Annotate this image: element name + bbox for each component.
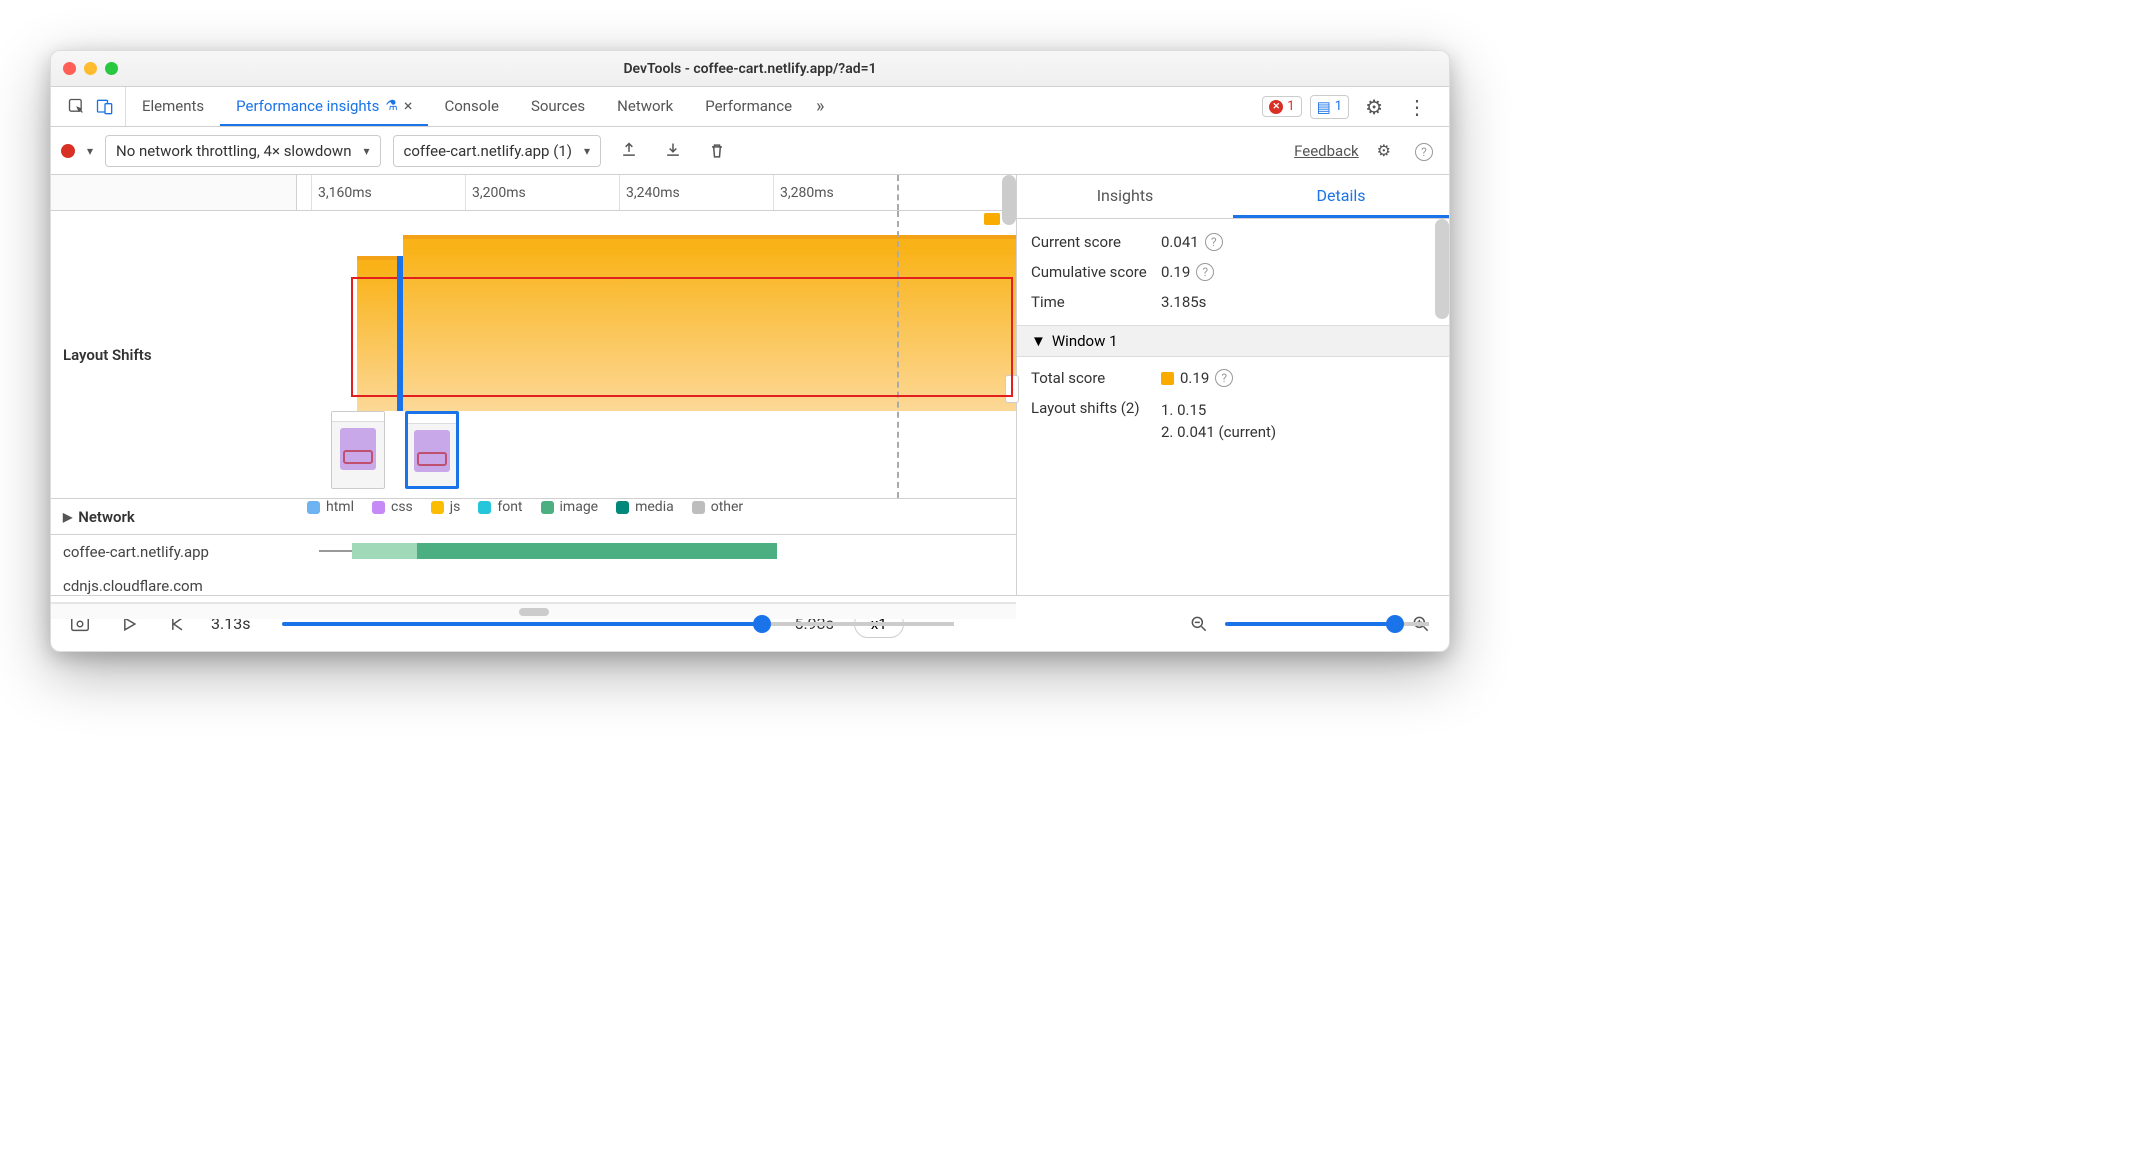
tab-elements[interactable]: Elements (126, 87, 220, 126)
layout-shifts-track[interactable] (297, 211, 1016, 498)
screenshot-thumbnail[interactable] (331, 411, 385, 489)
layout-shifts-list: 1. 0.152. 0.041 (current) (1161, 399, 1276, 443)
layout-shift-bar[interactable] (403, 235, 1016, 411)
main-tabs: Elements Performance insights ⚗ × Consol… (51, 87, 1449, 127)
cumulative-score-label: Cumulative score (1031, 263, 1161, 281)
ruler-tick: 3,200ms (465, 175, 526, 210)
tab-toolbar-icons (57, 87, 126, 126)
tab-performance[interactable]: Performance (689, 87, 808, 126)
playhead-marker[interactable] (397, 256, 403, 411)
dashed-marker (897, 175, 899, 210)
performance-toolbar: ▾ No network throttling, 4× slowdown▾ co… (51, 127, 1449, 175)
layout-shifts-row: Layout Shifts (51, 211, 1016, 499)
main-content: 3,160ms 3,200ms 3,240ms 3,280ms Layout S… (51, 175, 1449, 595)
details-list: Current score0.041? Cumulative score0.19… (1017, 219, 1449, 325)
status-badges: 1 ▤1 ⚙ ⋮ (1262, 95, 1443, 119)
shift-item[interactable]: 1. 0.15 (1161, 399, 1276, 421)
network-host-row[interactable]: cdnjs.cloudflare.com (51, 569, 1016, 603)
experiment-icon: ⚗ (385, 98, 398, 114)
layout-shift-bar[interactable] (357, 256, 397, 411)
ruler-track[interactable]: 3,160ms 3,200ms 3,240ms 3,280ms (297, 175, 1016, 210)
close-tab-icon[interactable]: × (404, 96, 413, 115)
settings-icon[interactable]: ⚙ (1357, 95, 1391, 119)
help-icon[interactable]: ? (1196, 263, 1214, 281)
ruler-tick: 3,280ms (773, 175, 834, 210)
playback-slider[interactable] (282, 622, 762, 626)
throttling-select[interactable]: No network throttling, 4× slowdown▾ (105, 135, 380, 167)
network-bar-image[interactable] (417, 543, 777, 559)
more-tabs-icon[interactable]: » (808, 96, 832, 117)
tab-sources[interactable]: Sources (515, 87, 601, 126)
current-score-value: 0.041 (1161, 233, 1199, 251)
window-controls (63, 62, 118, 75)
zoom-out-icon[interactable] (1185, 614, 1213, 634)
horizontal-scrollbar[interactable] (51, 603, 1016, 619)
network-legend: html css js font image media other (297, 499, 1016, 515)
record-dropdown-icon[interactable]: ▾ (87, 144, 93, 158)
shift-item[interactable]: 2. 0.041 (current) (1161, 421, 1276, 443)
ruler-tick: 3,240ms (619, 175, 680, 210)
layout-shifts-label: Layout shifts (2) (1031, 399, 1161, 417)
help-icon[interactable]: ? (1205, 233, 1223, 251)
total-score-label: Total score (1031, 369, 1161, 387)
current-score-label: Current score (1031, 233, 1161, 251)
network-row-header: ▶Network html css js font image media ot… (51, 499, 1016, 535)
message-icon: ▤ (1317, 98, 1331, 116)
right-tabs: Insights Details (1017, 175, 1449, 219)
delete-icon[interactable] (701, 141, 733, 161)
window-title: DevTools - coffee-cart.netlify.app/?ad=1 (623, 61, 876, 77)
panel-help-icon[interactable]: ? (1409, 141, 1439, 161)
cumulative-score-value: 0.19 (1161, 263, 1190, 281)
host-label: coffee-cart.netlify.app (51, 535, 297, 569)
row-label-layout-shifts: Layout Shifts (51, 211, 297, 498)
tab-performance-insights[interactable]: Performance insights ⚗ × (220, 87, 428, 126)
export-icon[interactable] (613, 141, 645, 161)
network-bar-image[interactable] (352, 543, 422, 559)
row-label-network[interactable]: ▶Network (51, 499, 297, 534)
kebab-menu-icon[interactable]: ⋮ (1399, 95, 1435, 119)
host-label: cdnjs.cloudflare.com (51, 569, 297, 602)
ruler-tick: 3,160ms (311, 175, 372, 210)
disclosure-icon: ▶ (63, 510, 72, 524)
zoom-controls (1185, 614, 1435, 634)
help-icon[interactable]: ? (1215, 369, 1233, 387)
error-icon (1269, 100, 1283, 114)
time-value: 3.185s (1161, 293, 1206, 311)
window-details: Total score 0.19? Layout shifts (2)1. 0.1… (1017, 357, 1449, 455)
errors-badge[interactable]: 1 (1262, 96, 1301, 117)
recording-select[interactable]: coffee-cart.netlify.app (1)▾ (393, 135, 602, 167)
total-score-value: 0.19 (1180, 369, 1209, 387)
devtools-window: DevTools - coffee-cart.netlify.app/?ad=1… (50, 50, 1450, 652)
tab-console[interactable]: Console (428, 87, 515, 126)
details-panel: › Insights Details Current score0.041? C… (1016, 175, 1449, 595)
feedback-link[interactable]: Feedback (1294, 142, 1359, 160)
timeline-panel: 3,160ms 3,200ms 3,240ms 3,280ms Layout S… (51, 175, 1016, 595)
close-window-button[interactable] (63, 62, 76, 75)
inspect-icon[interactable] (67, 97, 87, 117)
zoom-slider[interactable] (1225, 622, 1395, 626)
maximize-window-button[interactable] (105, 62, 118, 75)
device-toggle-icon[interactable] (95, 97, 115, 117)
tab-network[interactable]: Network (601, 87, 689, 126)
panel-settings-icon[interactable]: ⚙ (1371, 141, 1397, 160)
tab-insights[interactable]: Insights (1017, 175, 1233, 218)
right-scrollbar[interactable] (1435, 219, 1449, 319)
score-color-icon (1161, 372, 1174, 385)
minimize-window-button[interactable] (84, 62, 97, 75)
window-section-header[interactable]: ▼Window 1 (1017, 325, 1449, 357)
disclosure-icon: ▼ (1031, 332, 1046, 350)
timeline-ruler: 3,160ms 3,200ms 3,240ms 3,280ms (51, 175, 1016, 211)
import-icon[interactable] (657, 141, 689, 161)
time-label: Time (1031, 293, 1161, 311)
record-button[interactable] (61, 144, 75, 158)
panel-expand-toggle[interactable]: › (1005, 375, 1019, 403)
dashed-marker (897, 211, 899, 498)
titlebar: DevTools - coffee-cart.netlify.app/?ad=1 (51, 51, 1449, 87)
tab-details[interactable]: Details (1233, 175, 1449, 218)
network-host-row[interactable]: coffee-cart.netlify.app (51, 535, 1016, 569)
messages-badge[interactable]: ▤1 (1310, 95, 1350, 119)
screenshot-thumbnail-selected[interactable] (405, 411, 459, 489)
